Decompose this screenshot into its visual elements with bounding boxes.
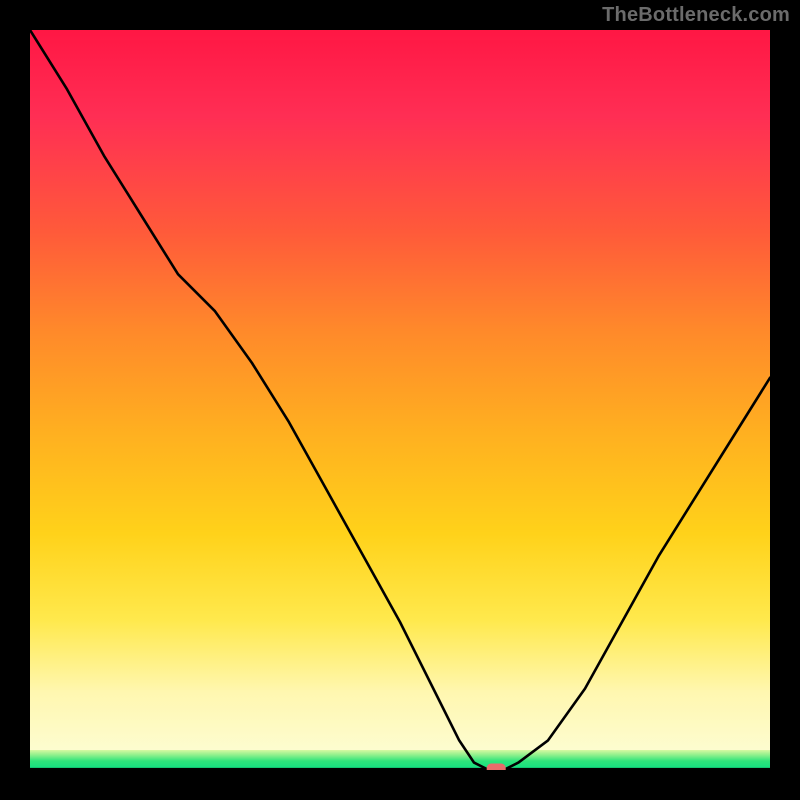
optimal-point-marker — [487, 764, 505, 770]
plot-area — [30, 30, 770, 770]
bottleneck-curve — [30, 30, 770, 770]
watermark-text: TheBottleneck.com — [602, 4, 790, 27]
chart-frame: TheBottleneck.com — [0, 0, 800, 800]
chart-svg — [30, 30, 770, 770]
